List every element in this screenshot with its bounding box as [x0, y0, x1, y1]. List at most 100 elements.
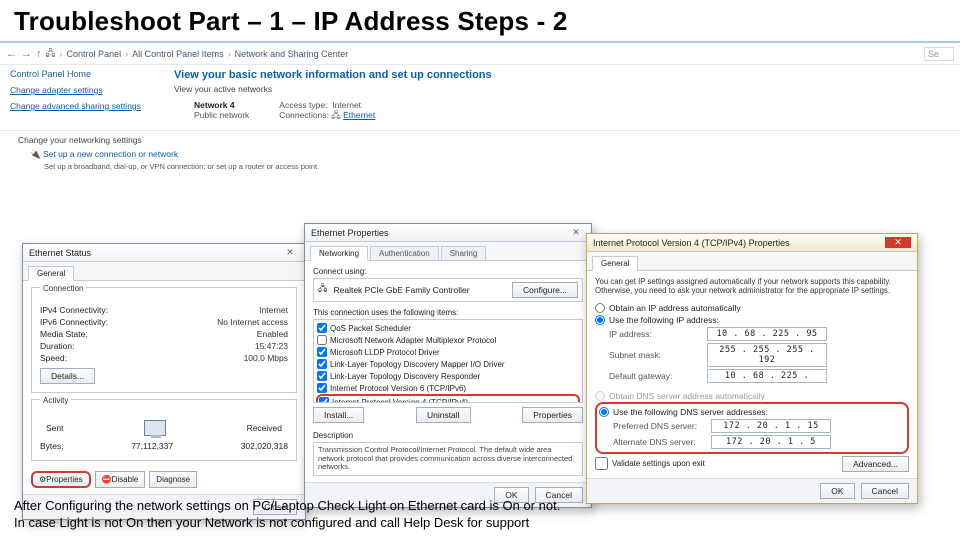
dns2-input[interactable]: 172 . 20 . 1 . 5 — [711, 435, 831, 449]
radio-auto-ip[interactable] — [595, 303, 605, 313]
uninstall-button[interactable]: Uninstall — [416, 407, 471, 423]
control-panel-body: Control Panel Home Change adapter settin… — [0, 65, 960, 131]
validate-label: Validate settings upon exit — [612, 459, 705, 468]
folder-icon: 🖧 — [46, 46, 56, 62]
search-input[interactable]: Se — [924, 47, 954, 61]
diagnose-button[interactable]: Diagnose — [149, 471, 197, 488]
chk-lldp[interactable] — [317, 347, 327, 357]
access-type-value: Internet — [332, 100, 361, 110]
nav-back-icon[interactable]: ← — [6, 48, 17, 60]
cp-heading: View your basic network information and … — [174, 69, 950, 81]
explorer-breadcrumb: ← → ↑ 🖧 › Control Panel › All Control Pa… — [0, 43, 960, 65]
tab-sharing[interactable]: Sharing — [441, 246, 487, 261]
mask-input[interactable]: 255 . 255 . 255 . 192 — [707, 343, 827, 367]
gateway-label: Default gateway: — [609, 371, 701, 381]
details-button[interactable]: Details... — [40, 368, 95, 384]
speed-value: 100.0 Mbps — [244, 353, 288, 363]
ethernet-link[interactable]: Ethernet — [343, 110, 375, 120]
footer-line-2: In case Light is not On then your Networ… — [14, 514, 946, 532]
gateway-input[interactable]: 10 . 68 . 225 . — [707, 369, 827, 383]
computer-icon — [144, 420, 166, 436]
crumb-network-sharing[interactable]: Network and Sharing Center — [235, 49, 349, 59]
protocol-list[interactable]: QoS Packet Scheduler Microsoft Network A… — [313, 319, 583, 403]
tab-networking[interactable]: Networking — [310, 246, 368, 261]
ipv6-label: IPv6 Connectivity: — [40, 317, 108, 327]
radio-auto-dns-label: Obtain DNS server address automatically — [609, 391, 765, 401]
close-icon[interactable]: ✕ — [885, 237, 911, 248]
crumb-all-items[interactable]: All Control Panel Items — [132, 49, 224, 59]
nav-fwd-icon[interactable]: → — [21, 48, 32, 60]
radio-auto-ip-label: Obtain an IP address automatically — [609, 303, 741, 313]
ethernet-status-dialog: Ethernet Status ✕ General Connection IPv4… — [22, 243, 306, 520]
nav-up-icon[interactable]: ↑ — [36, 48, 42, 60]
received-label: Received — [247, 423, 282, 433]
ip-label: IP address: — [609, 329, 701, 339]
sent-label: Sent — [46, 423, 64, 433]
setup-desc: Set up a broadband, dial-up, or VPN conn… — [30, 162, 930, 171]
media-label: Media State: — [40, 329, 88, 339]
duration-value: 15:47:23 — [255, 341, 288, 351]
validate-checkbox[interactable] — [595, 457, 608, 470]
chk-ipv6[interactable] — [317, 383, 327, 393]
connect-using-label: Connect using: — [313, 267, 583, 278]
adapter-name: Realtek PCIe GbE Family Controller — [333, 285, 469, 295]
slide-title: Troubleshoot Part – 1 – IP Address Steps… — [0, 0, 960, 43]
nic-icon: 🖧 — [318, 283, 327, 297]
crumb-control-panel[interactable]: Control Panel — [67, 49, 122, 59]
radio-use-dns[interactable] — [599, 407, 609, 417]
network-type: Public network — [194, 110, 249, 120]
ipv6-value: No Internet access — [217, 317, 288, 327]
description-text: Transmission Control Protocol/Internet P… — [313, 442, 583, 476]
mask-label: Subnet mask: — [609, 350, 701, 360]
bytes-sent: 77,112,337 — [131, 441, 173, 451]
advanced-button[interactable]: Advanced... — [842, 456, 909, 472]
group-activity: Activity — [40, 396, 71, 405]
ethernet-properties-dialog: Ethernet Properties ✕ Networking Authenti… — [304, 223, 592, 508]
install-button[interactable]: Install... — [313, 407, 364, 423]
bytes-label: Bytes: — [40, 441, 64, 451]
chk-qos[interactable] — [317, 323, 327, 333]
d3-title: Internet Protocol Version 4 (TCP/IPv4) P… — [593, 238, 790, 248]
connections-label: Connections: — [279, 110, 329, 120]
description-heading: Description — [313, 427, 583, 442]
d1-title: Ethernet Status — [29, 248, 91, 258]
tab-authentication[interactable]: Authentication — [370, 246, 439, 261]
radio-use-ip-label: Use the following IP address: — [609, 315, 719, 325]
ipv4-value: Internet — [259, 305, 288, 315]
tab-general[interactable]: General — [592, 256, 638, 271]
d2-title: Ethernet Properties — [311, 228, 389, 238]
ipv4-properties-dialog: Internet Protocol Version 4 (TCP/IPv4) P… — [586, 233, 918, 504]
ipv4-note: You can get IP settings assigned automat… — [595, 277, 909, 302]
ipv4-label: IPv4 Connectivity: — [40, 305, 108, 315]
cp-home-label: Control Panel Home — [10, 69, 160, 79]
chk-lltd-responder[interactable] — [317, 371, 327, 381]
setup-new-connection-link[interactable]: 🔌 Set up a new connection or network — [30, 149, 930, 160]
cp-subheading: View your active networks — [174, 84, 950, 94]
change-settings-heading: Change your networking settings — [0, 131, 960, 149]
speed-label: Speed: — [40, 353, 67, 363]
radio-auto-dns — [595, 391, 605, 401]
tab-general[interactable]: General — [28, 266, 74, 281]
media-value: Enabled — [257, 329, 288, 339]
group-connection: Connection — [40, 284, 86, 293]
slide-footer: After Configuring the network settings o… — [14, 497, 946, 532]
link-advanced-sharing[interactable]: Change advanced sharing settings — [10, 101, 160, 111]
items-label: This connection uses the following items… — [313, 306, 583, 319]
dns1-input[interactable]: 172 . 20 . 1 . 15 — [711, 419, 831, 433]
dns1-label: Preferred DNS server: — [613, 421, 705, 431]
close-icon[interactable]: ✕ — [567, 227, 585, 238]
item-properties-button[interactable]: Properties — [522, 407, 583, 423]
configure-button[interactable]: Configure... — [512, 282, 578, 298]
properties-button[interactable]: ⚙ Properties — [31, 471, 91, 488]
ip-input[interactable]: 10 . 68 . 225 . 95 — [707, 327, 827, 341]
access-type-label: Access type: — [279, 100, 327, 110]
disable-button[interactable]: ⛔ Disable — [95, 471, 146, 488]
link-adapter-settings[interactable]: Change adapter settings — [10, 85, 160, 95]
chk-lltd-mapper[interactable] — [317, 359, 327, 369]
dns2-label: Alternate DNS server: — [613, 437, 705, 447]
close-icon[interactable]: ✕ — [281, 247, 299, 258]
bytes-recv: 302,020,318 — [241, 441, 288, 451]
radio-use-ip[interactable] — [595, 315, 605, 325]
duration-label: Duration: — [40, 341, 75, 351]
chk-multiplexor[interactable] — [317, 335, 327, 345]
